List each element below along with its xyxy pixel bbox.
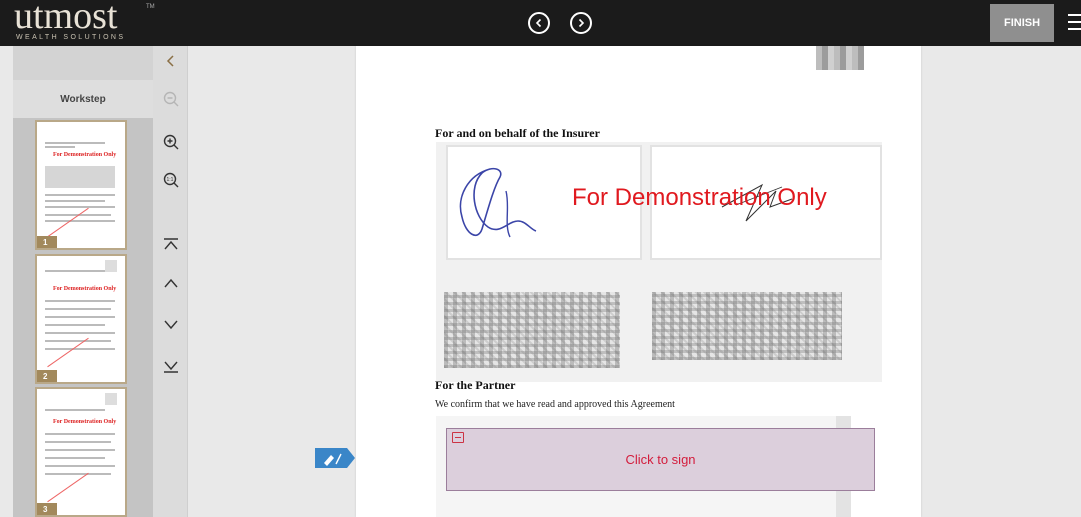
demo-watermark: For Demonstration Only	[572, 184, 827, 211]
chevron-left-icon	[166, 55, 174, 67]
sidebar-toolbar	[13, 46, 153, 80]
page-thumbnail-3[interactable]: For Demonstration Only 3	[35, 387, 127, 517]
previous-page-button[interactable]	[161, 274, 181, 294]
logo-word: utmost	[14, 0, 118, 37]
page-number-badge: 2	[37, 370, 57, 382]
zoom-in-icon	[163, 134, 179, 150]
document-page: For and on behalf of the Insurer For Dem…	[356, 46, 921, 517]
next-page-button[interactable]	[161, 314, 181, 334]
logo-subtitle: WEALTH SOLUTIONS	[16, 34, 126, 41]
thumbnail-sidebar: Workstep For Demonstration Only 1 For De…	[13, 46, 153, 517]
page-number-badge: 1	[37, 236, 57, 248]
previous-page-icon	[164, 278, 178, 288]
click-to-sign-field[interactable]: Click to sign	[446, 428, 875, 491]
page-thumbnail-2[interactable]: For Demonstration Only 2	[35, 254, 127, 384]
zoom-fit-icon: 1:1	[163, 172, 179, 188]
sidebar-title: Workstep	[13, 80, 153, 118]
svg-text:1:1: 1:1	[167, 177, 174, 183]
zoom-out-icon	[163, 91, 179, 107]
insurer-heading: For and on behalf of the Insurer	[435, 126, 600, 140]
partner-heading: For the Partner	[435, 378, 516, 392]
zoom-in-button[interactable]	[161, 132, 181, 152]
page-thumbnail-1[interactable]: For Demonstration Only 1	[35, 120, 127, 250]
viewer-toolbar: 1:1	[153, 46, 188, 517]
zoom-out-button[interactable]	[161, 89, 181, 109]
redacted-signature-1	[444, 292, 620, 368]
utmost-logo: utmost TM WEALTH SOLUTIONS	[14, 0, 155, 46]
zoom-fit-button[interactable]: 1:1	[161, 170, 181, 190]
first-page-button[interactable]	[161, 235, 181, 255]
finish-button[interactable]: FINISH	[990, 4, 1054, 42]
hamburger-menu-icon[interactable]	[1068, 14, 1081, 32]
first-page-icon	[164, 238, 178, 250]
redacted-logo	[816, 46, 864, 70]
sign-here-pen-icon[interactable]	[315, 448, 355, 468]
thumb-demo-label: For Demonstration Only	[53, 419, 117, 425]
logo-trademark: TM	[146, 4, 155, 10]
thumb-demo-label: For Demonstration Only	[53, 152, 117, 158]
document-viewer: For and on behalf of the Insurer For Dem…	[188, 46, 1081, 517]
partner-confirmation-text: We confirm that we have read and approve…	[435, 399, 675, 410]
last-page-icon	[164, 361, 178, 373]
top-bar: utmost TM WEALTH SOLUTIONS FINISH	[0, 0, 1081, 46]
click-to-sign-label: Click to sign	[625, 452, 696, 467]
page-number-badge: 3	[37, 503, 57, 515]
previous-step-button[interactable]	[528, 12, 550, 34]
collapse-sidebar-button[interactable]	[161, 51, 181, 71]
chevron-right-circle-icon	[578, 18, 585, 28]
last-page-button[interactable]	[161, 356, 181, 376]
chevron-left-circle-icon	[535, 18, 542, 28]
redacted-signature-2	[652, 292, 842, 360]
next-page-icon	[164, 320, 178, 330]
signature-field-icon	[452, 432, 464, 443]
next-step-button[interactable]	[570, 12, 592, 34]
thumb-demo-label: For Demonstration Only	[53, 286, 117, 292]
